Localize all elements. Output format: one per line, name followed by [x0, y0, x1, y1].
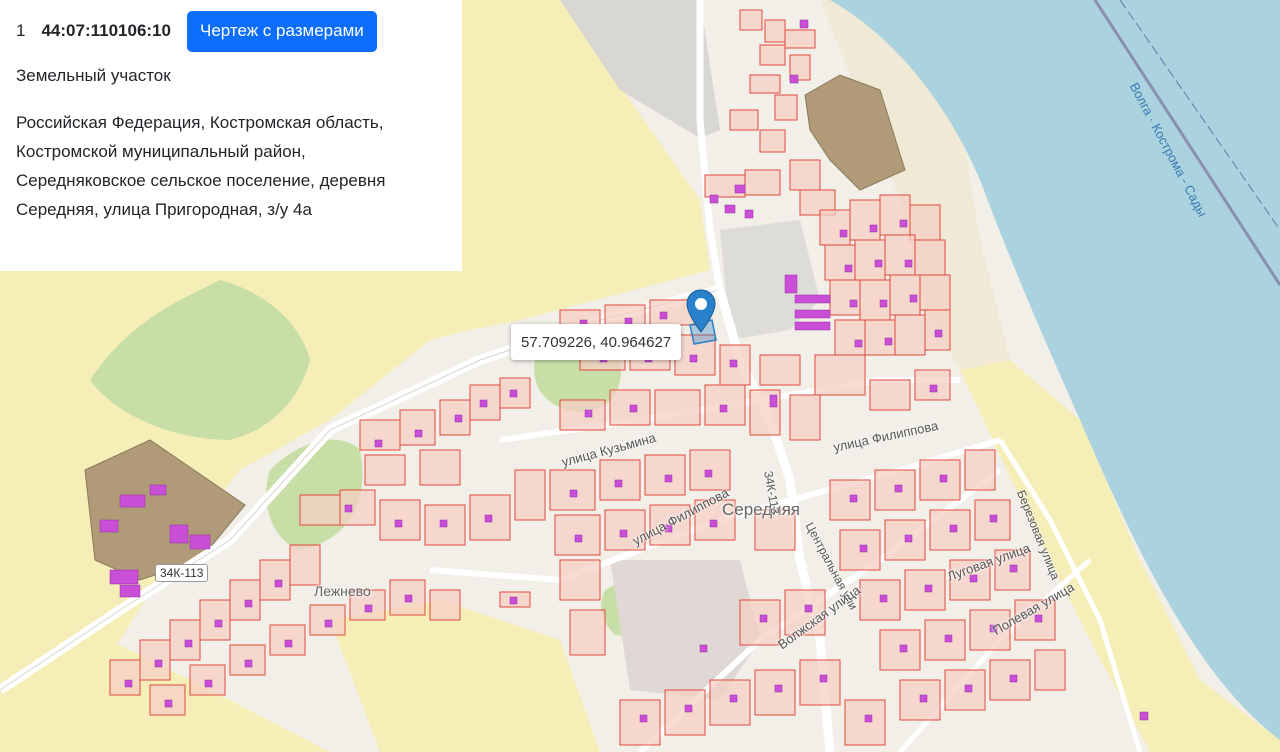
location-marker-icon[interactable] — [684, 288, 718, 336]
address-line: Российская Федерация, Костромская област… — [16, 113, 384, 132]
parcel-info-panel: 1 44:07:110106:10 Чертеж с размерами Зем… — [0, 0, 462, 271]
address-line: Середняковское сельское поселение, дерев… — [16, 171, 386, 190]
object-type: Земельный участок — [16, 66, 171, 85]
settlement-label-serednyaya: Середняя — [722, 500, 800, 519]
address-line: Костромской муниципальный район, — [16, 142, 306, 161]
coordinates-text: 57.709226, 40.964627 — [521, 333, 672, 351]
parcel-header-row: 1 44:07:110106:10 Чертеж с размерами — [16, 10, 446, 52]
result-index: 1 — [16, 21, 26, 40]
coordinates-popup: 57.709226, 40.964627 — [511, 324, 682, 360]
parcel-address: Российская Федерация, Костромская област… — [16, 108, 446, 224]
cadastral-number[interactable]: 44:07:110106:10 — [41, 21, 171, 41]
drawing-with-dimensions-button[interactable]: Чертеж с размерами — [186, 10, 377, 52]
address-line: Середняя, улица Пригородная, з/у 4а — [16, 200, 312, 219]
settlement-label-lezhnevo: Лежнево — [314, 583, 371, 599]
road-sign-34k113-west: 34К-113 — [155, 564, 209, 582]
